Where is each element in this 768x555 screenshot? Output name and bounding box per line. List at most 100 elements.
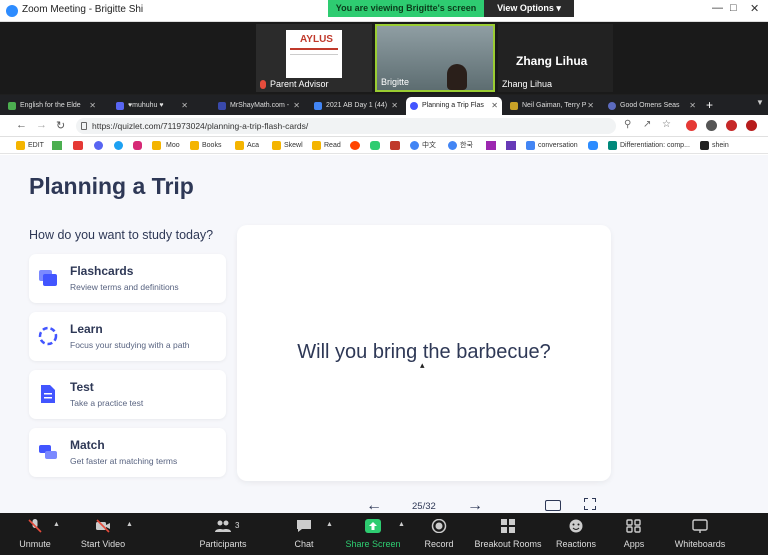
share-screen-icon [365, 519, 381, 533]
breakout-rooms-icon [501, 519, 515, 533]
bookmark-conversation[interactable]: conversation [526, 139, 578, 152]
extension-icon[interactable] [746, 120, 757, 131]
reactions-button[interactable]: Reactions [554, 513, 598, 555]
mode-flashcards[interactable]: Flashcards Review terms and definitions [29, 254, 226, 303]
unmute-button[interactable]: ▲ Unmute [10, 513, 60, 555]
whiteboards-button[interactable]: Whiteboards [670, 513, 730, 555]
new-tab-button[interactable]: + [706, 97, 713, 113]
breakout-rooms-button[interactable]: Breakout Rooms [472, 513, 544, 555]
participant-tile-brigitte[interactable]: Brigitte [375, 24, 495, 92]
participant-tile-zhang-lihua[interactable]: Zhang Lihua Zhang Lihua [498, 24, 613, 92]
bookmark-books[interactable]: Books [190, 139, 221, 152]
share-screen-button[interactable]: ▲ Share Screen [342, 513, 405, 555]
extension-icon[interactable] [686, 120, 697, 131]
chevron-up-icon[interactable]: ▲ [53, 521, 60, 528]
youtube-icon[interactable] [73, 141, 83, 150]
chevron-up-icon[interactable]: ▲ [398, 521, 405, 528]
bookmark-icon[interactable] [506, 141, 516, 150]
mode-description: Review terms and definitions [70, 282, 179, 292]
meeting-toolbar: ▲ Unmute ▲ Start Video 3 Participants ▲ … [0, 513, 768, 555]
view-options-button[interactable]: View Options ▾ [484, 0, 574, 17]
bookmark-aca[interactable]: Aca [235, 139, 259, 152]
bookmark-shein[interactable]: shein [700, 139, 729, 152]
study-prompt: How do you want to study today? [29, 228, 214, 242]
forward-icon[interactable]: → [36, 119, 47, 131]
bookmark-icon[interactable] [370, 141, 380, 150]
flashcards-icon [39, 270, 57, 286]
apps-button[interactable]: Apps [616, 513, 652, 555]
start-video-label: Start Video [80, 539, 126, 549]
mouse-cursor-icon: ▴ [420, 360, 425, 370]
participant-display-name: Zhang Lihua [516, 54, 588, 68]
zoom-logo-icon [6, 5, 18, 17]
unmute-label: Unmute [19, 539, 51, 549]
bookmark-edit[interactable]: EDIT [16, 139, 44, 152]
record-button[interactable]: Record [420, 513, 458, 555]
learn-icon [38, 326, 58, 346]
mode-match[interactable]: Match Get faster at matching terms [29, 428, 226, 477]
tab-good-omens[interactable]: Good Omens Seas ✕ [604, 97, 700, 115]
mode-learn[interactable]: Learn Focus your studying with a path [29, 312, 226, 361]
mode-test[interactable]: Test Take a practice test [29, 370, 226, 419]
match-icon [39, 445, 57, 459]
bookmark-icon[interactable] [390, 141, 400, 150]
keyboard-shortcuts-icon[interactable] [545, 500, 561, 511]
flashcard[interactable]: Will you bring the barbecue? [237, 225, 611, 481]
tab-mrshaymath[interactable]: MrShayMath.com - ✕ [214, 97, 304, 115]
minimize-icon[interactable]: — [712, 2, 723, 14]
start-video-button[interactable]: ▲ Start Video [76, 513, 133, 555]
card-counter: 25/32 [412, 501, 436, 512]
chat-label: Chat [294, 539, 314, 549]
url-field[interactable]: https://quizlet.com/711973024/planning-a… [76, 118, 616, 134]
twitter-icon[interactable] [114, 141, 123, 150]
close-icon[interactable]: ✕ [750, 2, 759, 15]
record-label: Record [424, 539, 454, 549]
tab-search-icon[interactable]: ▼ [756, 98, 764, 107]
tab-muhuhu[interactable]: ♥muhuhu ♥ ✕ [112, 97, 192, 115]
mode-name: Flashcards [70, 264, 134, 278]
bookmark-skewl[interactable]: Skewl [272, 139, 303, 152]
share-page-icon[interactable]: ↗ [643, 119, 651, 130]
extension-icon[interactable] [726, 120, 737, 131]
chevron-up-icon[interactable]: ▲ [326, 521, 333, 528]
bookmark-icon[interactable] [588, 141, 598, 150]
bookmark-star-icon[interactable]: ☆ [662, 119, 671, 130]
test-icon [41, 385, 55, 403]
record-icon [431, 519, 447, 533]
breakout-rooms-label: Breakout Rooms [474, 539, 542, 549]
back-icon[interactable]: ← [16, 119, 27, 131]
bookmark-differentiation[interactable]: Differentiation: comp... [608, 139, 690, 152]
tab-neil-gaiman[interactable]: Neil Gaiman, Terry P ✕ [506, 97, 598, 115]
bookmark-read[interactable]: Read [312, 139, 341, 152]
share-banner-text: You are viewing Brigitte's screen [328, 0, 484, 17]
zoom-lens-icon[interactable]: ⚲ [624, 119, 631, 130]
participants-button[interactable]: 3 Participants [196, 513, 250, 555]
bookmark-moo[interactable]: Moo [152, 139, 180, 152]
reload-icon[interactable]: ↻ [56, 119, 65, 132]
participants-icon [215, 520, 231, 532]
page-title: Planning a Trip [29, 173, 194, 199]
reactions-icon [569, 519, 583, 533]
video-gallery: AYLUS Parent Advisor Brigitte Zhang Lihu… [0, 22, 768, 94]
instagram-icon[interactable] [133, 141, 142, 150]
tab-ab-day[interactable]: 2021 AB Day 1 (44) ✕ [310, 97, 402, 115]
mode-description: Take a practice test [70, 398, 144, 408]
chat-button[interactable]: ▲ Chat [286, 513, 333, 555]
discord-icon[interactable] [94, 141, 103, 150]
tab-english[interactable]: English for the Elde ✕ [4, 97, 100, 115]
tab-planning-a-trip[interactable]: Planning a Trip Flas ✕ [406, 97, 502, 115]
maximize-icon[interactable]: □ [730, 2, 737, 14]
extension-icon[interactable] [706, 120, 717, 131]
bookmark-icon[interactable] [486, 141, 496, 150]
mode-name: Learn [70, 322, 103, 336]
apps-icon [626, 519, 641, 533]
participant-tile-parent-advisor[interactable]: AYLUS Parent Advisor [256, 24, 372, 92]
participant-name: Brigitte [381, 77, 410, 87]
chevron-up-icon[interactable]: ▲ [126, 521, 133, 528]
bookmark-chinese[interactable]: 中文 [410, 139, 436, 152]
fullscreen-icon[interactable] [584, 498, 596, 510]
mode-name: Match [70, 438, 105, 452]
reddit-icon[interactable] [350, 141, 360, 150]
bookmark-korean[interactable]: 한국 [448, 139, 473, 152]
bookmark-icon[interactable] [52, 141, 62, 150]
